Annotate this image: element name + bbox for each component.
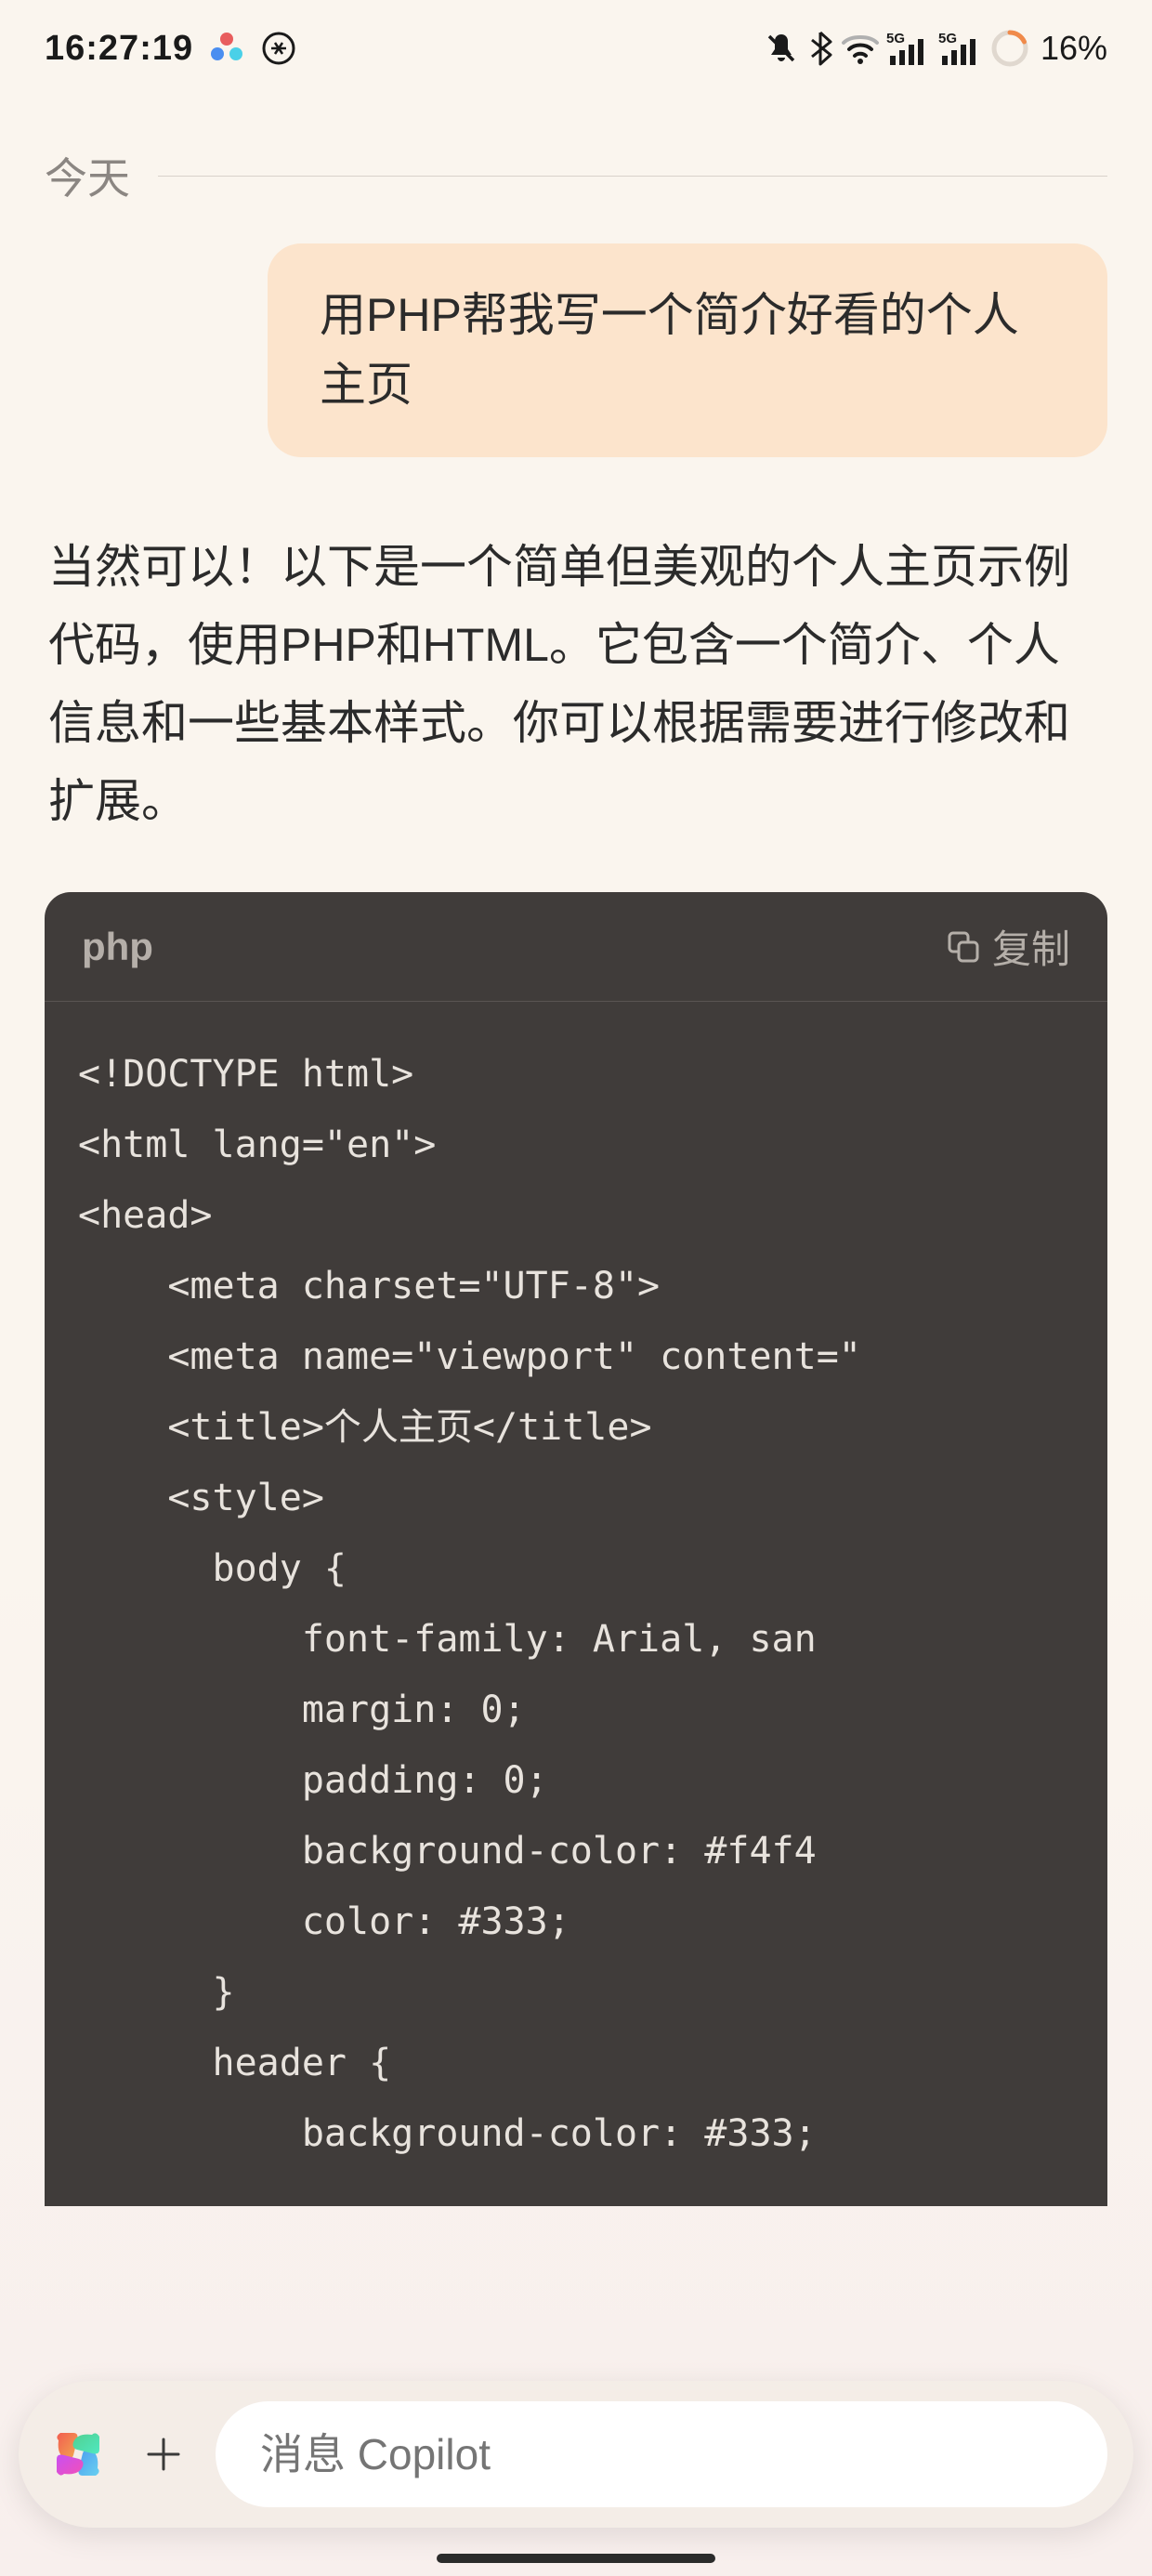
message-input[interactable] (216, 2401, 1107, 2507)
svg-text:5G: 5G (886, 31, 905, 46)
code-content[interactable]: <!DOCTYPE html> <html lang="en"> <head> … (45, 1002, 1107, 2206)
wifi-icon (840, 32, 881, 65)
svg-text:5G: 5G (938, 31, 957, 46)
status-left: 16:27:19 (45, 29, 297, 69)
battery-ring-icon (990, 29, 1029, 68)
plus-button[interactable] (130, 2421, 197, 2488)
date-header: 今天 (0, 89, 1152, 243)
app-icon-1 (208, 30, 245, 67)
copy-label: 复制 (992, 918, 1070, 975)
signal-5g-icon-2: 5G (938, 30, 985, 67)
code-language-label: php (82, 925, 153, 969)
mute-icon (762, 29, 801, 68)
user-message: 用PHP帮我写一个简介好看的个人主页 (268, 243, 1107, 457)
app-icon-2 (260, 30, 297, 67)
status-bar: 16:27:19 5G 5G 16% (0, 0, 1152, 89)
status-right: 5G 5G 16% (762, 29, 1107, 68)
bluetooth-icon (806, 29, 834, 68)
copy-icon (946, 929, 981, 965)
code-block: php 复制 <!DOCTYPE html> <html lang="en"> … (45, 892, 1107, 2206)
battery-percent: 16% (1041, 29, 1107, 68)
copy-button[interactable]: 复制 (946, 918, 1070, 975)
assistant-intro: 当然可以！以下是一个简单但美观的个人主页示例代码，使用PHP和HTML。它包含一… (45, 528, 1107, 840)
home-indicator[interactable] (437, 2554, 715, 2563)
date-label: 今天 (45, 145, 130, 206)
signal-5g-icon-1: 5G (886, 30, 933, 67)
date-divider (158, 176, 1107, 177)
code-header: php 复制 (45, 892, 1107, 1002)
copilot-logo-icon[interactable] (45, 2421, 111, 2488)
input-bar (19, 2381, 1133, 2528)
status-time: 16:27:19 (45, 29, 193, 69)
